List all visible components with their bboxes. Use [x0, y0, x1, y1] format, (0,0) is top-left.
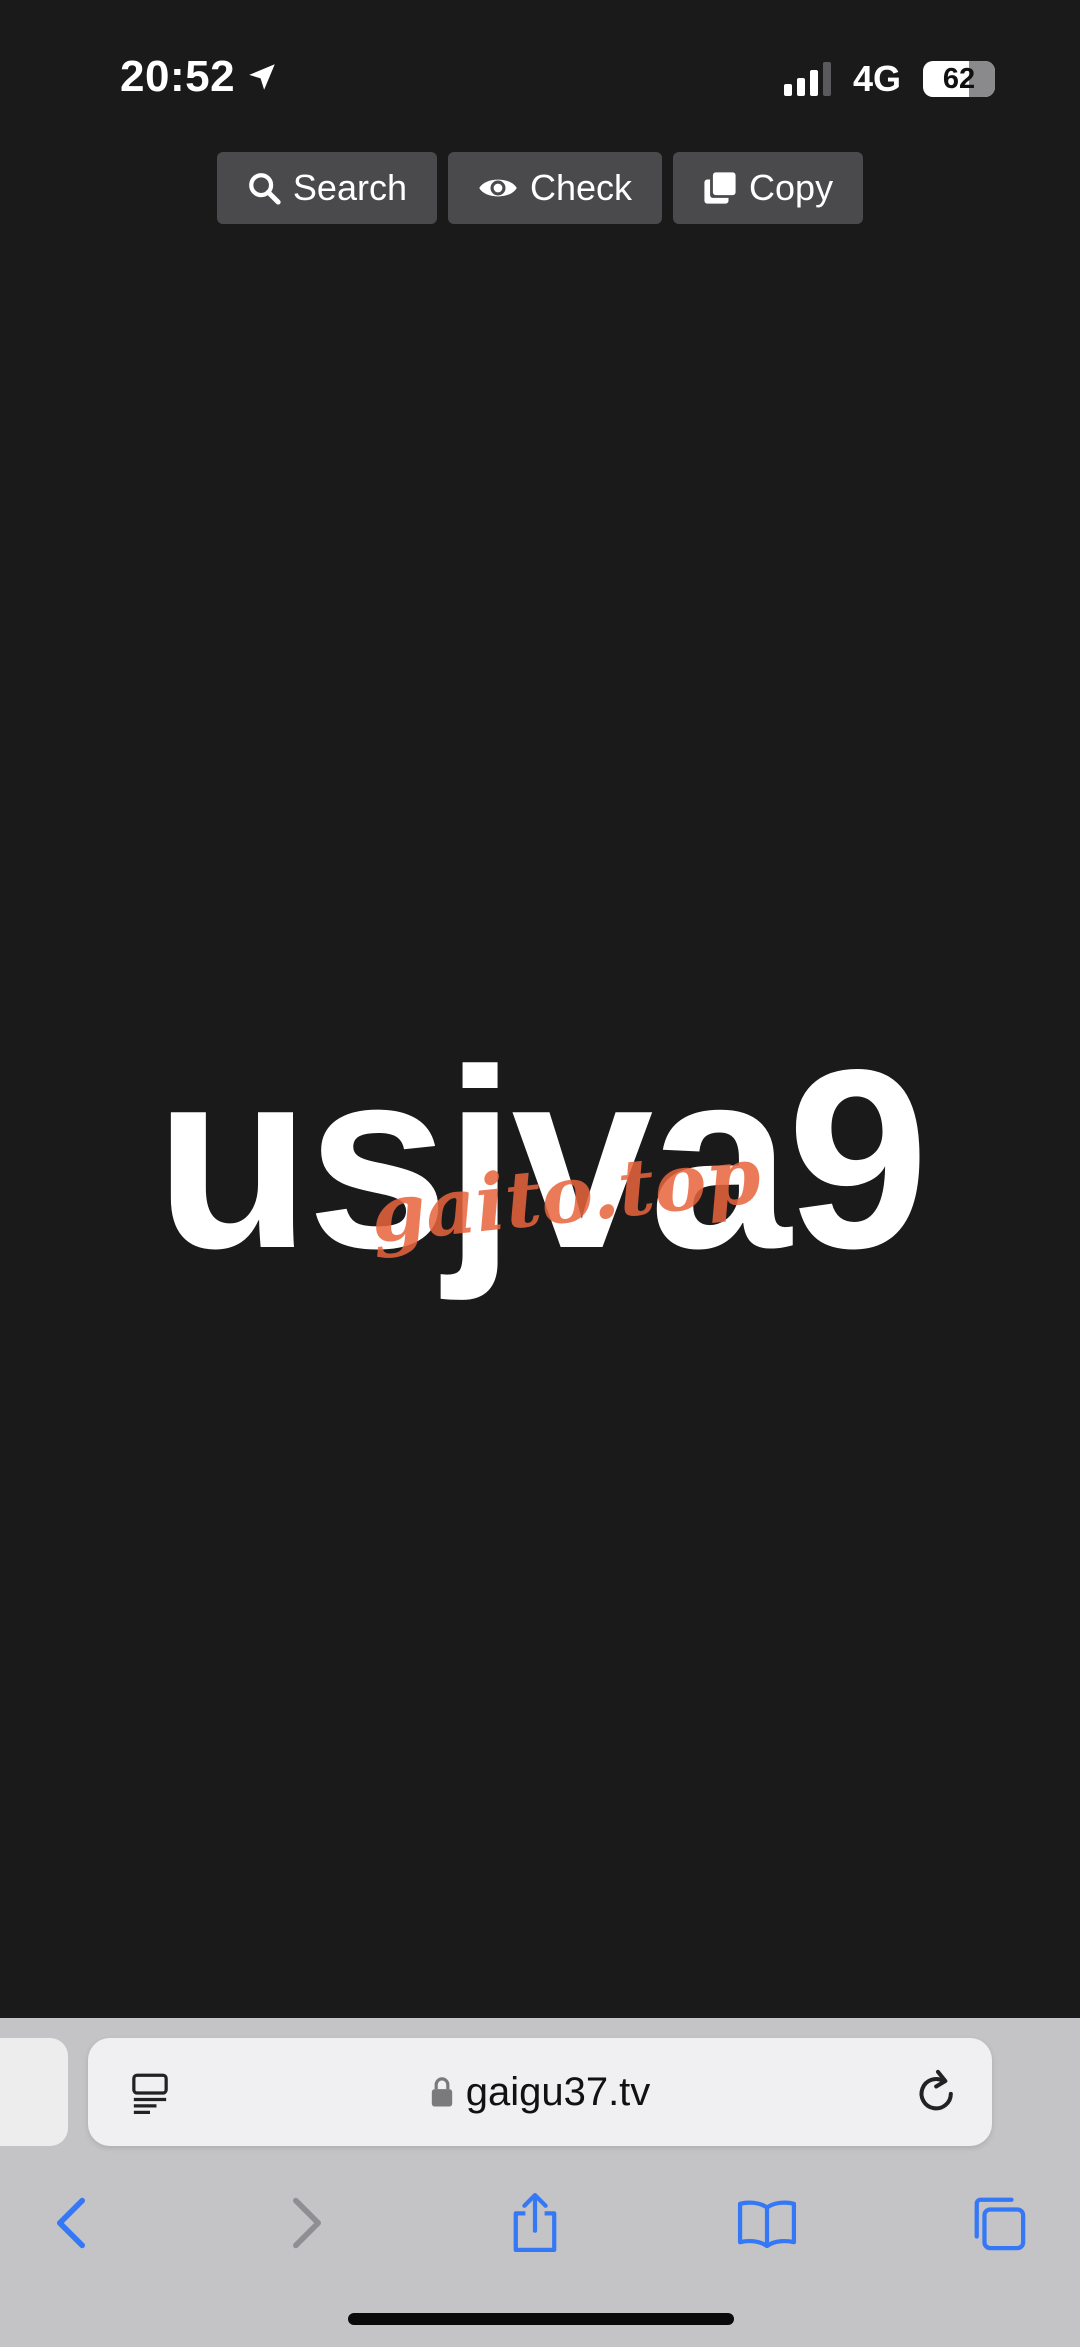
share-icon: [513, 2192, 557, 2253]
clock: 20:52: [120, 52, 236, 101]
forward-icon: [293, 2197, 321, 2249]
share-button[interactable]: [480, 2168, 590, 2278]
status-time: 20:52: [120, 52, 279, 102]
status-indicators: 4G 62: [783, 58, 995, 100]
home-indicator[interactable]: [348, 2313, 734, 2325]
browser-chrome: gaigu37.tv: [0, 2018, 1080, 2347]
lock-icon: [431, 2077, 452, 2107]
forward-button[interactable]: [252, 2168, 362, 2278]
cellular-signal-icon: [783, 62, 831, 96]
back-button[interactable]: [16, 2168, 126, 2278]
tabs-button[interactable]: [943, 2168, 1053, 2278]
address-bar[interactable]: gaigu37.tv: [88, 2038, 992, 2146]
copy-button-label: Copy: [749, 167, 834, 208]
url-display[interactable]: gaigu37.tv: [88, 2038, 992, 2146]
copy-icon: [704, 172, 736, 204]
bookmarks-icon: [737, 2200, 797, 2248]
reload-icon[interactable]: [916, 2068, 960, 2116]
search-button-label: Search: [292, 167, 407, 208]
copy-button[interactable]: Copy: [673, 152, 864, 224]
network-type: 4G: [852, 58, 901, 99]
eye-icon: [479, 179, 517, 197]
search-button[interactable]: Search: [216, 152, 437, 224]
bookmarks-button[interactable]: [712, 2168, 822, 2278]
search-icon: [249, 173, 281, 205]
url-text: gaigu37.tv: [465, 2069, 651, 2114]
location-arrow-icon: [249, 64, 275, 90]
back-icon: [57, 2197, 85, 2249]
check-button[interactable]: Check: [447, 152, 663, 224]
check-button-label: Check: [529, 167, 633, 208]
battery-level: 62: [942, 62, 976, 95]
tabs-icon: [974, 2197, 1026, 2251]
action-bar: Search Check Copy: [0, 152, 1080, 224]
battery-icon: 62: [923, 61, 995, 97]
previous-tab-preview[interactable]: [0, 2038, 68, 2146]
browser-toolbar: [0, 2168, 1080, 2278]
